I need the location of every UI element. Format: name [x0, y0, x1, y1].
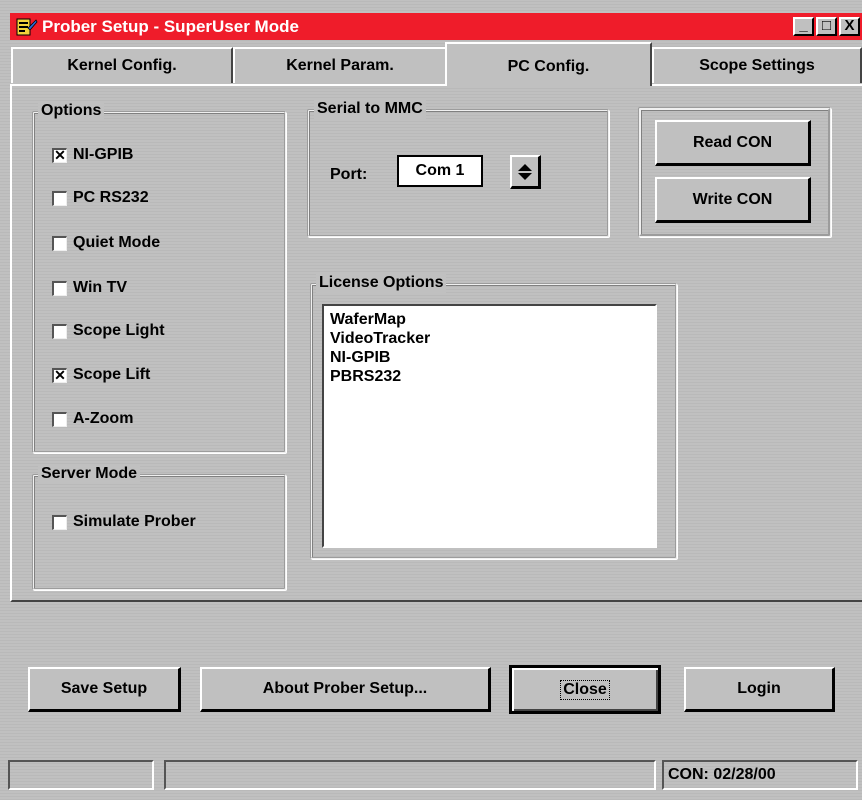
minimize-button[interactable]: _	[793, 17, 814, 36]
app-icon	[16, 18, 38, 36]
tab-kernel-config[interactable]: Kernel Config.	[11, 47, 233, 83]
checkbox-ni-gpib[interactable]: ✕ NI-GPIB	[52, 146, 133, 164]
options-legend: Options	[38, 101, 105, 121]
window-title: Prober Setup - SuperUser Mode	[42, 17, 299, 36]
license-list[interactable]: WaferMap VideoTracker NI-GPIB PBRS232	[322, 304, 657, 548]
serial-legend: Serial to MMC	[314, 99, 426, 119]
close-button[interactable]: Close	[509, 665, 661, 714]
license-legend: License Options	[316, 273, 447, 293]
list-item[interactable]: PBRS232	[330, 367, 649, 386]
checkbox-box[interactable]: ✕	[52, 147, 67, 163]
port-field[interactable]: Com 1	[397, 155, 483, 187]
up-down-arrow-icon	[518, 163, 532, 180]
list-item[interactable]: WaferMap	[330, 310, 649, 329]
save-setup-button[interactable]: Save Setup	[28, 667, 181, 712]
con-date-status: CON: 02/28/00	[662, 760, 858, 790]
status-pane-2	[164, 760, 656, 790]
checkbox-simulate-prober[interactable]: Simulate Prober	[52, 513, 196, 531]
checkbox-box[interactable]	[52, 411, 67, 427]
write-con-button[interactable]: Write CON	[655, 177, 811, 223]
port-label: Port:	[330, 166, 368, 183]
list-item[interactable]: NI-GPIB	[330, 348, 649, 367]
checkbox-box[interactable]	[52, 190, 67, 206]
checkbox-box[interactable]: ✕	[52, 367, 67, 383]
login-button[interactable]: Login	[684, 667, 835, 712]
checkbox-pc-rs232[interactable]: PC RS232	[52, 189, 149, 207]
checkbox-win-tv[interactable]: Win TV	[52, 279, 127, 297]
prober-setup-window: Prober Setup - SuperUser Mode _ □ X Kern…	[0, 0, 862, 800]
checkbox-box[interactable]	[52, 280, 67, 296]
list-item[interactable]: VideoTracker	[330, 329, 649, 348]
server-mode-group	[32, 474, 286, 590]
tab-scope-settings[interactable]: Scope Settings	[652, 47, 862, 83]
read-con-button[interactable]: Read CON	[655, 120, 811, 166]
server-mode-legend: Server Mode	[38, 464, 141, 484]
checkbox-scope-light[interactable]: Scope Light	[52, 322, 165, 340]
checkbox-a-zoom[interactable]: A-Zoom	[52, 410, 133, 428]
checkbox-box[interactable]	[52, 235, 67, 251]
maximize-button[interactable]: □	[816, 17, 837, 36]
about-prober-setup-button[interactable]: About Prober Setup...	[200, 667, 491, 712]
close-window-button[interactable]: X	[839, 17, 860, 36]
checkbox-scope-lift[interactable]: ✕ Scope Lift	[52, 366, 150, 384]
close-button-label: Close	[560, 679, 610, 700]
tab-kernel-param[interactable]: Kernel Param.	[233, 47, 447, 83]
tab-pc-config[interactable]: PC Config.	[445, 42, 652, 86]
status-pane-1	[8, 760, 154, 790]
checkbox-box[interactable]	[52, 323, 67, 339]
checkbox-box[interactable]	[52, 514, 67, 530]
port-spin-button[interactable]	[510, 155, 541, 189]
checkbox-quiet-mode[interactable]: Quiet Mode	[52, 234, 160, 252]
